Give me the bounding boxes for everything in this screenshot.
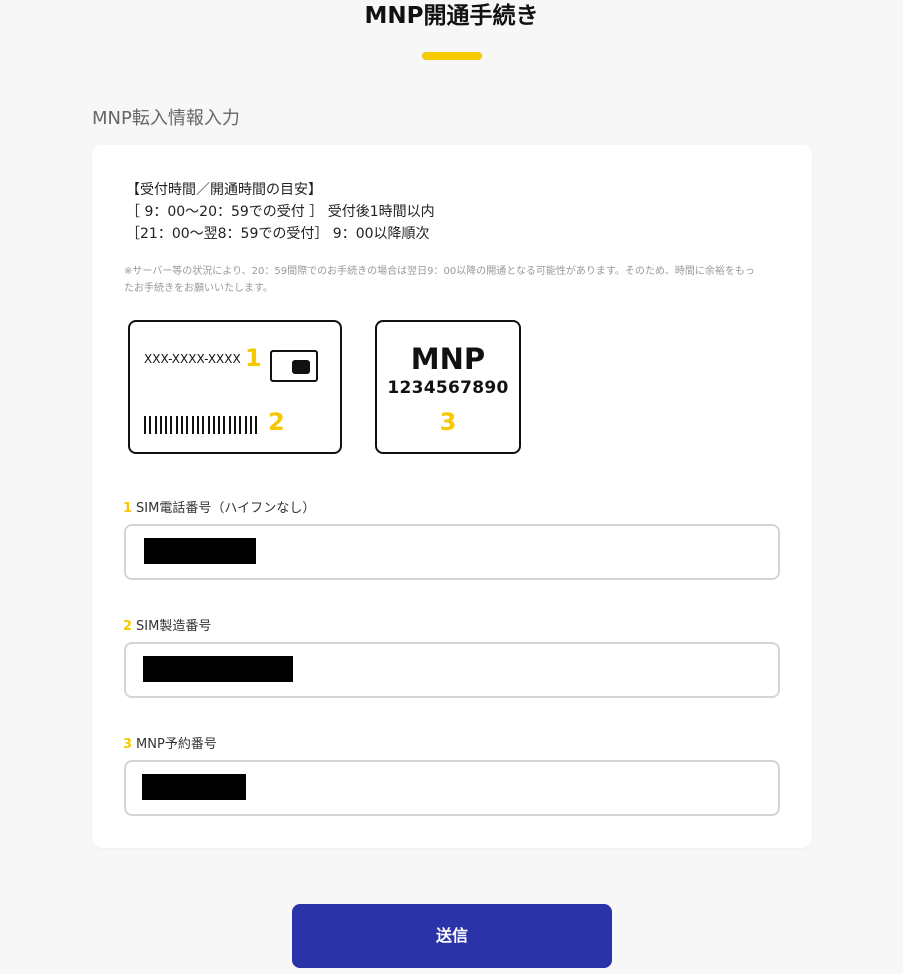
mnp-label: MNP [410,342,486,376]
field-label-text: MNP予約番号 [136,737,217,752]
barcode-icon [144,416,258,436]
submit-button[interactable]: 送信 [292,904,612,968]
hours-line-3: ［21：00〜翌8：59での受付］ 9：00以降順次 [126,226,430,242]
sim-number-sample: XXX-XXXX-XXXX [144,352,241,366]
hours-line-1: 【受付時間／開通時間の目安】 [126,182,322,198]
sim-chip-icon [270,350,318,382]
page-title: MNP開通手続き [364,3,539,29]
reception-hours: 【受付時間／開通時間の目安】 ［ 9：00〜20：59での受付 ］ 受付後1時間… [126,179,435,245]
sim-serial-input[interactable] [124,642,780,698]
field-label-text: SIM電話番号（ハイフンなし） [136,501,316,516]
sim-phone-input[interactable] [124,524,780,580]
sim-phone-label: 1 SIM電話番号（ハイフンなし） [123,500,315,518]
title-underline [422,52,482,60]
field-number: 2 [123,619,133,634]
marker-2: 2 [268,408,285,436]
field-number: 1 [123,501,133,516]
sim-card-illustration: XXX-XXXX-XXXX 1 2 [128,320,342,454]
marker-1: 1 [245,344,262,372]
redacted-value [143,656,293,682]
field-label-text: SIM製造番号 [136,619,212,634]
notice-text: ※サーバー等の状況により、20：59間際でのお手続きの場合は翌日9：00以降の開… [124,266,755,294]
mnp-number-sample: 1234567890 [387,378,509,398]
form-card: 【受付時間／開通時間の目安】 ［ 9：00〜20：59での受付 ］ 受付後1時間… [92,145,812,848]
redacted-value [144,538,256,564]
redacted-value [142,774,246,800]
marker-3: 3 [439,408,457,436]
section-title: MNP転入情報入力 [92,108,240,129]
mnp-card-illustration: MNP 1234567890 3 [375,320,521,454]
sim-serial-label: 2 SIM製造番号 [123,618,211,636]
mnp-reservation-input[interactable] [124,760,780,816]
field-number: 3 [123,737,133,752]
hours-line-2: ［ 9：00〜20：59での受付 ］ 受付後1時間以内 [126,204,435,220]
mnp-reservation-label: 3 MNP予約番号 [123,736,217,754]
